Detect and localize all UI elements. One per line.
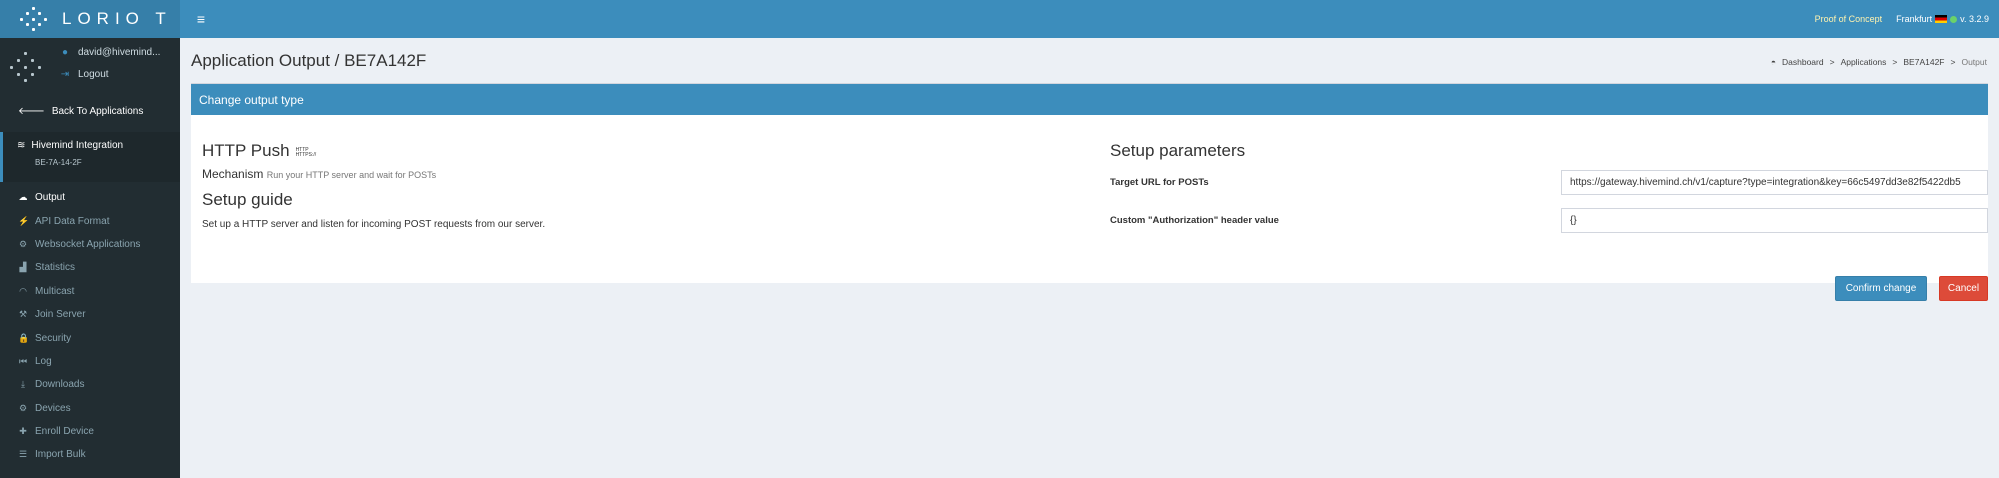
sidebar-item-label: Security [35,332,72,344]
user-email-row[interactable]: ● david@hivemind... [60,47,160,58]
sidebar-item-multicast[interactable]: ◠ Multicast [0,280,180,303]
sidebar: ● david@hivemind... ⇥ Logout 🡐 Back To A… [0,38,180,478]
sidebar-item-label: Statistics [35,262,76,274]
sidebar-item-label: Output [35,192,66,204]
breadcrumb-application[interactable]: BE7A142F [1903,57,1944,67]
sidebar-item-devices[interactable]: ⚙ Devices [0,397,180,420]
back-to-applications-link[interactable]: 🡐 Back To Applications [0,96,180,126]
sidebar-item-log[interactable]: ⏮ Log [0,350,180,373]
user-icon: ● [61,47,69,58]
sidebar-item-label: API Data Format [35,215,110,227]
setup-guide-text: Set up a HTTP server and listen for inco… [202,219,546,230]
region-name: Frankfurt [1896,14,1933,24]
plug-icon: ⚡ [18,215,30,226]
sidebar-item-label: Log [35,355,52,367]
sidebar-item-import-bulk[interactable]: ☰ Import Bulk [0,443,180,466]
target-url-row: Target URL for POSTs https://gateway.hiv… [1110,170,1989,196]
http-logo-bottom: HTTPS:// [295,152,317,158]
dashboard-icon: ◓ [1770,57,1776,67]
sidebar-item-api-data-format[interactable]: ⚡ API Data Format [0,209,180,232]
hamburger-icon: ≡ [196,11,206,27]
sidebar-item-websocket-applications[interactable]: ⚙ Websocket Applications [0,233,180,256]
gavel-icon: ⚒ [18,309,28,320]
sidebar-item-label: Join Server [35,309,86,321]
breadcrumb-applications[interactable]: Applications [1841,57,1887,67]
breadcrumb-separator: > [1892,57,1898,67]
sidebar-item-output[interactable]: ☁ Output [0,186,180,209]
main-content: Application Output / BE7A142F ◓ Dashboar… [180,38,1999,478]
app-name: Hivemind Integration [31,140,124,151]
user-panel: ● david@hivemind... ⇥ Logout [0,38,180,96]
breadcrumb-dashboard[interactable]: Dashboard [1782,57,1824,67]
logout-label: Logout [78,69,109,80]
sidebar-item-label: Downloads [35,379,85,391]
user-avatar-icon [8,50,42,84]
auth-header-label: Custom "Authorization" header value [1110,215,1279,226]
list-icon: ☰ [18,449,28,460]
devices-icon: ⚙ [18,402,28,413]
plus-icon: ✚ [19,426,27,437]
target-url-input[interactable]: https://gateway.hivemind.ch/v1/capture?t… [1561,170,1988,195]
http-logo-icon: HTTP HTTPS:// [296,148,317,158]
current-application[interactable]: ≋ Hivemind Integration BE-7A-14-2F [0,132,180,182]
breadcrumb-current: Output [1961,57,1987,67]
user-email: david@hivemind... [78,47,161,58]
rss-icon: ◠ [19,285,27,296]
output-type-info: HTTP Push HTTP HTTPS:// Mechanism Run yo… [202,141,1052,230]
output-type-heading: HTTP Push HTTP HTTPS:// [202,141,1052,161]
breadcrumb-separator: > [1950,57,1956,67]
sidebar-item-downloads[interactable]: ⤓ Downloads [0,373,180,396]
sidebar-item-label: Enroll Device [35,426,94,438]
auth-header-row: Custom "Authorization" header value {} [1110,208,1989,234]
wifi-icon: ≋ [17,140,26,151]
chart-icon: ▟ [19,262,27,273]
mechanism-label: Mechanism [202,167,264,181]
back-label: Back To Applications [51,105,144,117]
change-output-box: Change output type HTTP Push HTTP HTTPS:… [191,83,1989,301]
page-title: Application Output / BE7A142F [191,51,427,70]
arrow-left-icon: 🡐 [18,106,45,117]
breadcrumb-separator: > [1829,57,1835,67]
mechanism-row: Mechanism Run your HTTP server and wait … [202,167,1052,181]
german-flag-icon [1935,15,1948,23]
proof-of-concept-link[interactable]: Proof of Concept [1815,14,1883,24]
top-navbar: LORIO T ≡ Proof of Concept Frankfurt v. … [0,0,1999,38]
sidebar-menu: ☁ Output ⚡ API Data Format ⚙ Websocket Appl… [0,186,180,467]
log-icon: ⏮ [18,355,28,366]
sidebar-item-statistics[interactable]: ▟ Statistics [0,256,180,279]
output-type-title: HTTP Push [202,141,290,160]
lock-icon: 🔒 [18,332,30,343]
topbar-right: Proof of Concept Frankfurt v. 3.2.9 [1815,0,1989,38]
cancel-button[interactable]: Cancel [1939,276,1988,301]
download-icon: ⤓ [21,379,25,390]
sidebar-item-enroll-device[interactable]: ✚ Enroll Device [0,420,180,443]
app-eui: BE-7A-14-2F [35,158,82,167]
auth-header-input[interactable]: {} [1561,208,1988,233]
target-url-label: Target URL for POSTs [1110,177,1209,188]
sidebar-item-label: Websocket Applications [35,238,141,250]
sidebar-toggle-button[interactable]: ≡ [190,0,212,38]
cloud-upload-icon: ☁ [18,192,28,203]
setup-parameters-heading: Setup parameters [1110,141,1246,160]
sidebar-item-join-server[interactable]: ⚒ Join Server [0,303,180,326]
version-label: v. 3.2.9 [1960,14,1989,24]
status-dot-icon [1950,15,1958,23]
sidebar-item-security[interactable]: 🔒 Security [0,326,180,349]
box-header: Change output type [191,84,1988,115]
logo-text: LORIO T [62,9,172,28]
mechanism-description: Run your HTTP server and wait for POSTs [266,170,437,180]
logout-link[interactable]: ⇥ Logout [60,69,109,80]
sidebar-item-label: Devices [35,402,71,414]
gear-icon: ⚙ [18,238,28,249]
breadcrumb: ◓ Dashboard > Applications > BE7A142F > … [1771,57,1987,67]
logo-dots-icon [18,6,54,32]
loriot-logo[interactable]: LORIO T [0,0,180,38]
logout-icon: ⇥ [60,69,70,80]
sidebar-item-label: Import Bulk [35,449,86,461]
setup-parameters-form: Setup parameters Target URL for POSTs ht… [1110,141,1989,301]
region-indicator[interactable]: Frankfurt v. 3.2.9 [1896,14,1989,24]
sidebar-item-label: Multicast [35,285,75,297]
setup-guide-heading: Setup guide [202,190,293,209]
confirm-change-button[interactable]: Confirm change [1835,276,1927,301]
